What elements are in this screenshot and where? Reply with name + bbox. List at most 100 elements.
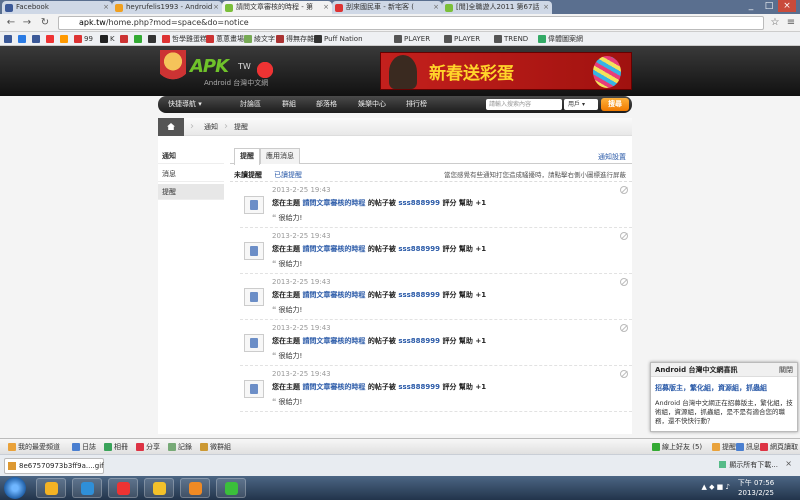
show-all-downloads-link[interactable]: 顯示所有下載... xyxy=(719,460,778,470)
search-button[interactable]: 搜尋 xyxy=(601,98,629,111)
taskbar-app-button[interactable] xyxy=(180,478,210,498)
back-arrow-icon[interactable]: ← xyxy=(4,16,18,30)
bottom-bar-item[interactable]: 分享 xyxy=(136,439,160,455)
home-icon[interactable] xyxy=(158,118,184,136)
browser-tab-car[interactable]: 刮來國民車 - 新宅客 (× xyxy=(332,1,442,14)
sidebar-item-notice[interactable]: 通知 xyxy=(158,148,224,164)
bookmark-item[interactable] xyxy=(134,34,144,44)
nav-item-entertainment[interactable]: 娛樂中心 xyxy=(358,96,386,113)
notice-settings-link[interactable]: 通知設置 xyxy=(598,152,626,162)
browser-tab-facebook[interactable]: Facebook × xyxy=(2,1,112,14)
bottom-bar-item[interactable]: 網頁讀取 xyxy=(760,439,798,455)
bookmark-item[interactable] xyxy=(18,34,28,44)
tab-reminders[interactable]: 提醒 xyxy=(234,148,260,165)
bookmark-item[interactable] xyxy=(46,34,56,44)
bottom-bar-item[interactable]: 記錄 xyxy=(168,439,192,455)
bookmark-item[interactable] xyxy=(120,34,130,44)
nav-item-groups[interactable]: 群組 xyxy=(282,96,296,113)
sidebar-item-reminders[interactable]: 提醒 xyxy=(158,184,224,200)
notice-topic-link[interactable]: 請問文章審核的時程 xyxy=(302,383,365,391)
bookmark-item[interactable]: PLAYER xyxy=(444,34,480,44)
dismiss-icon[interactable] xyxy=(620,370,628,378)
taskbar-app-button[interactable] xyxy=(144,478,174,498)
bookmark-item[interactable]: PLAYER xyxy=(394,34,430,44)
start-button[interactable] xyxy=(4,477,26,499)
bookmark-label: PLAYER xyxy=(454,35,481,43)
dismiss-icon[interactable] xyxy=(620,324,628,332)
browser-tab-android-profile[interactable]: heyrufelis1993 - Android × xyxy=(112,1,222,14)
download-item[interactable]: 8e67570973b3ff9a....gif xyxy=(4,458,104,474)
bookmark-item[interactable]: K xyxy=(100,34,115,44)
dismiss-icon[interactable] xyxy=(620,186,628,194)
close-icon[interactable]: × xyxy=(433,1,439,14)
bottom-bar-item[interactable]: 相冊 xyxy=(104,439,128,455)
bookmark-item[interactable] xyxy=(148,34,158,44)
bookmark-item[interactable] xyxy=(32,34,42,44)
bookmark-item[interactable]: Puff Nation xyxy=(314,34,363,44)
forward-arrow-icon[interactable]: → xyxy=(20,16,34,30)
bottom-bar-item[interactable]: 我的最愛頻道 xyxy=(8,439,60,455)
taskbar-clock[interactable]: 下午 07:56 2013/2/25 xyxy=(734,478,778,498)
minimize-button[interactable]: _ xyxy=(742,0,760,12)
dismiss-icon[interactable] xyxy=(620,278,628,286)
site-logo[interactable]: APK TW Android 台灣中文網 xyxy=(160,50,274,90)
bottom-bar-item[interactable]: 線上好友 (5) xyxy=(652,439,702,455)
browser-tab-anime[interactable]: [閒]全職遊人2011 第67話 × xyxy=(442,1,552,14)
sidebar-item-messages[interactable]: 消息 xyxy=(158,166,224,182)
taskbar-app-button[interactable] xyxy=(108,478,138,498)
bottom-bar-item[interactable]: 日誌 xyxy=(72,439,96,455)
dismiss-icon[interactable] xyxy=(620,232,628,240)
bookmark-item[interactable]: 偉體圖案網 xyxy=(538,34,583,44)
notice-topic-link[interactable]: 請問文章審核的時程 xyxy=(302,337,365,345)
bookmark-item[interactable] xyxy=(4,34,14,44)
close-icon[interactable]: × xyxy=(323,1,329,14)
system-tray[interactable]: ▲ ◆ ■ ♪ xyxy=(701,483,730,491)
close-icon[interactable]: × xyxy=(213,1,219,14)
bookmark-item[interactable]: 99 xyxy=(74,34,93,44)
maximize-button[interactable]: □ xyxy=(760,0,778,12)
bottom-bar-item[interactable]: 微群組 xyxy=(200,439,231,455)
notice-user-link[interactable]: sss888999 xyxy=(398,337,440,345)
popup-title[interactable]: 招募版主，繁化組，資源組，抓蟲組 xyxy=(655,383,767,393)
nav-item-forum[interactable]: 討論區 xyxy=(240,96,261,113)
bookmark-item[interactable]: 綾文字 xyxy=(244,34,275,44)
breadcrumb-notice[interactable]: 通知 xyxy=(204,118,218,136)
notice-user-link[interactable]: sss888999 xyxy=(398,199,440,207)
bottom-bar-item[interactable]: 提醒 xyxy=(712,439,736,455)
notice-topic-link[interactable]: 請問文章審核的時程 xyxy=(302,291,365,299)
bottom-bar-item[interactable]: 訊息 xyxy=(736,439,760,455)
close-icon[interactable]: × xyxy=(543,1,549,14)
browser-tab-notice[interactable]: 請問文章審核的時程 - 第 × xyxy=(222,1,332,14)
notice-user-link[interactable]: sss888999 xyxy=(398,291,440,299)
tab-app-messages[interactable]: 應用消息 xyxy=(260,148,300,164)
bookmark-item[interactable] xyxy=(60,34,70,44)
notice-topic-link[interactable]: 請問文章審核的時程 xyxy=(302,199,365,207)
bookmark-item[interactable]: 蔥蔥畫場 xyxy=(206,34,244,44)
reload-icon[interactable]: ↻ xyxy=(38,16,52,30)
download-shelf-close-button[interactable]: × xyxy=(785,459,792,468)
quick-nav-menu[interactable]: 快捷導航 ▾ xyxy=(168,96,202,113)
taskbar-app-button[interactable] xyxy=(72,478,102,498)
bookmark-item[interactable]: 哲學雞蛋糕 xyxy=(162,34,207,44)
search-input[interactable]: 請輸入搜索內容 xyxy=(486,99,562,110)
promo-banner[interactable]: 新春送彩蛋 xyxy=(380,52,632,90)
notice-user-link[interactable]: sss888999 xyxy=(398,383,440,391)
notice-topic-link[interactable]: 請問文章審核的時程 xyxy=(302,245,365,253)
close-icon[interactable]: × xyxy=(103,1,109,14)
taskbar-app-button[interactable] xyxy=(216,478,246,498)
star-icon[interactable]: ☆ xyxy=(768,16,782,30)
nav-item-blog[interactable]: 部落格 xyxy=(316,96,337,113)
menu-icon[interactable]: ≡ xyxy=(784,16,798,30)
bookmark-item[interactable]: 得無存雜 xyxy=(276,34,314,44)
search-scope-select[interactable]: 用戶 ▾ xyxy=(564,99,598,110)
taskbar-app-button[interactable] xyxy=(36,478,66,498)
notice-quote-text: 很給力! xyxy=(278,306,303,314)
nav-item-ranking[interactable]: 排行榜 xyxy=(406,96,427,113)
notice-user-link[interactable]: sss888999 xyxy=(398,245,440,253)
filter-read[interactable]: 已讀提醒 xyxy=(274,168,302,182)
popup-close-button[interactable]: 關閉 xyxy=(779,363,793,377)
bookmark-item[interactable]: TREND xyxy=(494,34,528,44)
close-window-button[interactable]: × xyxy=(778,0,796,12)
url-input[interactable]: apk.tw/home.php?mod=space&do=notice xyxy=(58,16,764,30)
filter-unread[interactable]: 未讀提醒 xyxy=(234,168,262,182)
